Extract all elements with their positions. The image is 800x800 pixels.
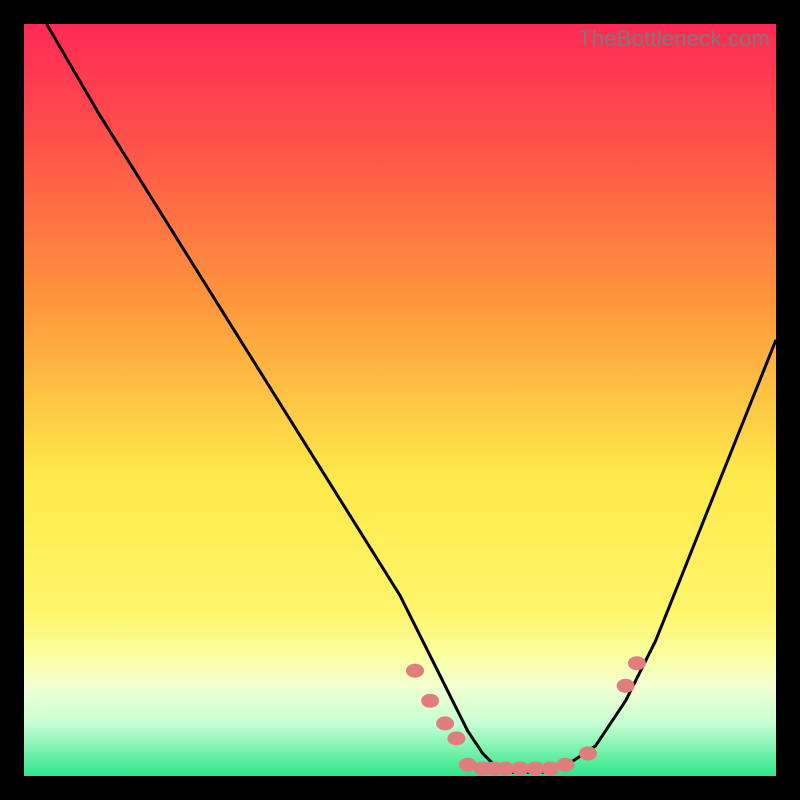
data-marker [436,716,454,730]
data-marker [406,664,424,678]
data-marker [628,656,646,670]
data-marker [447,731,465,745]
data-marker [556,758,574,772]
data-marker [579,746,597,760]
gradient-background [24,24,776,776]
data-marker [617,679,635,693]
data-marker [421,694,439,708]
chart-frame: TheBottleneck.com [24,24,776,776]
chart-svg [24,24,776,776]
watermark-text: TheBottleneck.com [578,26,770,52]
